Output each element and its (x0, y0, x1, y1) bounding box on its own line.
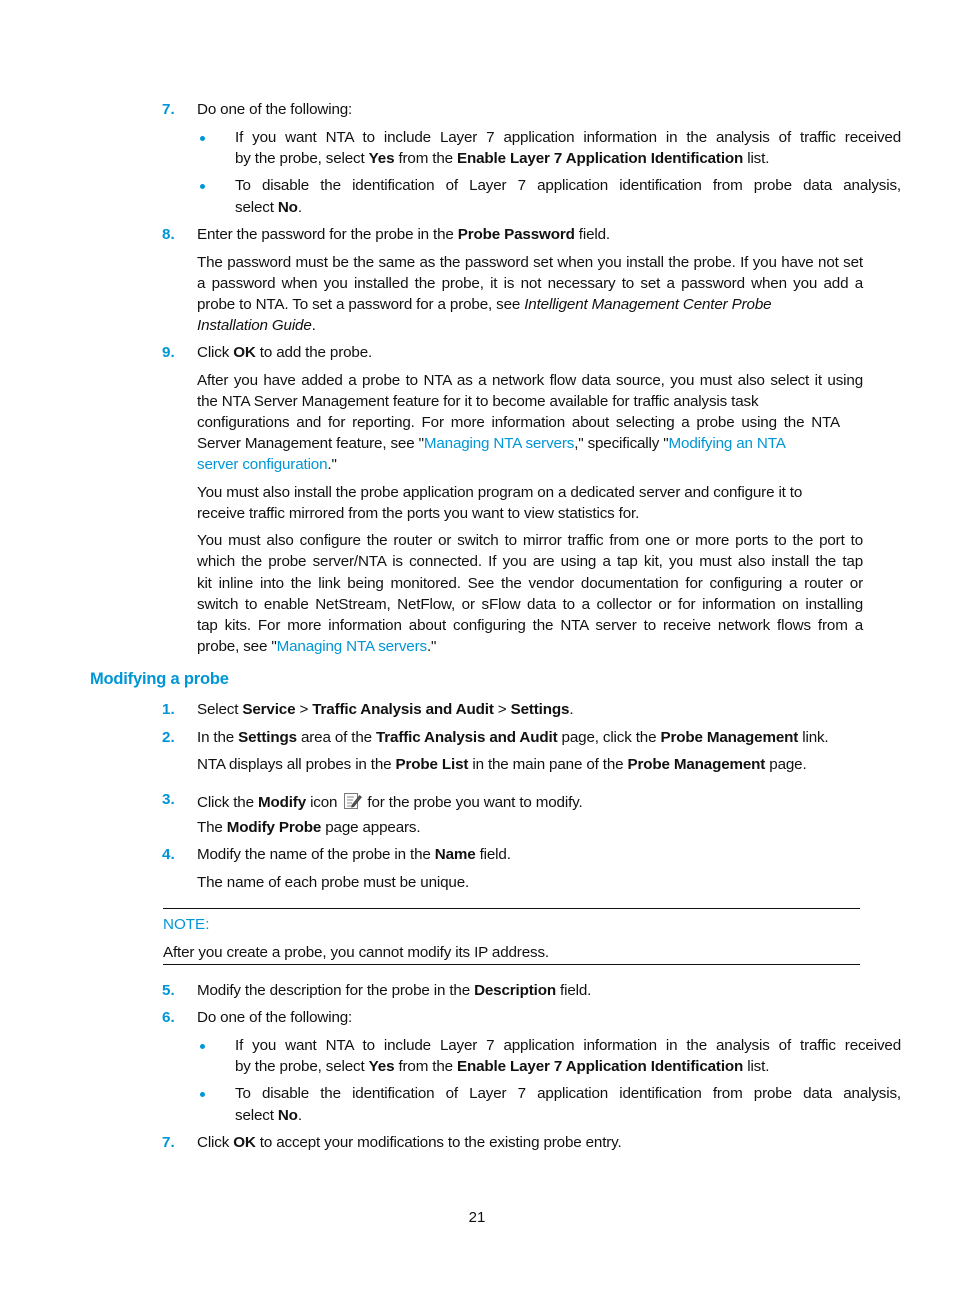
step-number: 7. (162, 101, 175, 118)
paragraph-line: tap kits. For more information about con… (197, 617, 863, 634)
bullet-icon (200, 136, 205, 141)
step-number: 9. (162, 344, 175, 361)
bullet-text: If you want NTA to include Layer 7 appli… (235, 129, 901, 146)
bullet-text: select No. (235, 1107, 302, 1124)
paragraph-line: a password when you installed the probe,… (197, 275, 863, 292)
paragraph-line: You must also install the probe applicat… (197, 484, 803, 501)
link-modifying-nta-server-config[interactable]: Modifying an NTA (669, 435, 786, 452)
paragraph-line: Server Management feature, see "Managing… (197, 435, 786, 452)
bullet-text: select No. (235, 199, 302, 216)
bullet-icon (200, 1044, 205, 1049)
step-text: Click the Modify icon for the probe you … (197, 791, 583, 812)
page-number: 21 (468, 1209, 486, 1226)
link-managing-nta-servers[interactable]: Managing NTA servers (277, 638, 427, 655)
paragraph-line: receive traffic mirrored from the ports … (197, 505, 640, 522)
paragraph-line: server configuration." (197, 456, 337, 473)
step-number: 3. (162, 791, 175, 808)
paragraph-line: The password must be the same as the pas… (197, 254, 863, 271)
link-managing-nta-servers[interactable]: Managing NTA servers (424, 435, 574, 452)
step-text: Do one of the following: (197, 101, 353, 118)
bullet-text: by the probe, select Yes from the Enable… (235, 150, 770, 167)
bullet-text: by the probe, select Yes from the Enable… (235, 1058, 770, 1075)
paragraph-line: You must also configure the router or sw… (197, 532, 863, 549)
bullet-text: If you want NTA to include Layer 7 appli… (235, 1037, 901, 1054)
paragraph-line: the NTA Server Management feature for it… (197, 393, 759, 410)
bullet-text: To disable the identification of Layer 7… (235, 1085, 901, 1102)
step-number: 2. (162, 729, 175, 746)
paragraph-line: configurations and for reporting. For mo… (197, 414, 840, 431)
step-number: 1. (162, 701, 175, 718)
step-text: Modify the description for the probe in … (197, 982, 592, 999)
paragraph-line: After you have added a probe to NTA as a… (197, 372, 863, 389)
step-text: Do one of the following: (197, 1009, 353, 1026)
note-bottom-rule (163, 964, 860, 965)
paragraph-line: The Modify Probe page appears. (197, 819, 421, 836)
link-modifying-nta-server-config[interactable]: server configuration (197, 456, 328, 473)
step-number: 8. (162, 226, 175, 243)
paragraph-line: Installation Guide. (197, 317, 316, 334)
section-heading: Modifying a probe (90, 670, 229, 688)
step-number: 7. (162, 1134, 175, 1151)
paragraph-line: probe to NTA. To set a password for a pr… (197, 296, 772, 313)
note-top-rule (163, 908, 860, 909)
paragraph-line: The name of each probe must be unique. (197, 874, 470, 891)
bullet-icon (200, 184, 205, 189)
paragraph-line: switch to enable NetStream, NetFlow, or … (197, 596, 863, 613)
step-number: 4. (162, 846, 175, 863)
step-number: 5. (162, 982, 175, 999)
step-text: In the Settings area of the Traffic Anal… (197, 729, 829, 746)
paragraph-line: which the probe server/NTA is connected.… (197, 553, 863, 570)
note-text: After you create a probe, you cannot mod… (163, 944, 549, 961)
paragraph-line: kit inline into the link being monitored… (197, 575, 863, 592)
paragraph-line: NTA displays all probes in the Probe Lis… (197, 756, 807, 773)
note-label: NOTE: (163, 916, 210, 933)
step-text: Click OK to accept your modifications to… (197, 1134, 622, 1151)
bullet-text: To disable the identification of Layer 7… (235, 177, 901, 194)
document-page: 7. Do one of the following: If you want … (0, 0, 954, 1296)
bullet-icon (200, 1092, 205, 1097)
step-number: 6. (162, 1009, 175, 1026)
paragraph-line: probe, see "Managing NTA servers." (197, 638, 437, 655)
step-text: Enter the password for the probe in the … (197, 226, 610, 243)
step-text: Modify the name of the probe in the Name… (197, 846, 511, 863)
modify-icon (343, 791, 363, 811)
step-text: Select Service > Traffic Analysis and Au… (197, 701, 574, 718)
step-text: Click OK to add the probe. (197, 344, 373, 361)
